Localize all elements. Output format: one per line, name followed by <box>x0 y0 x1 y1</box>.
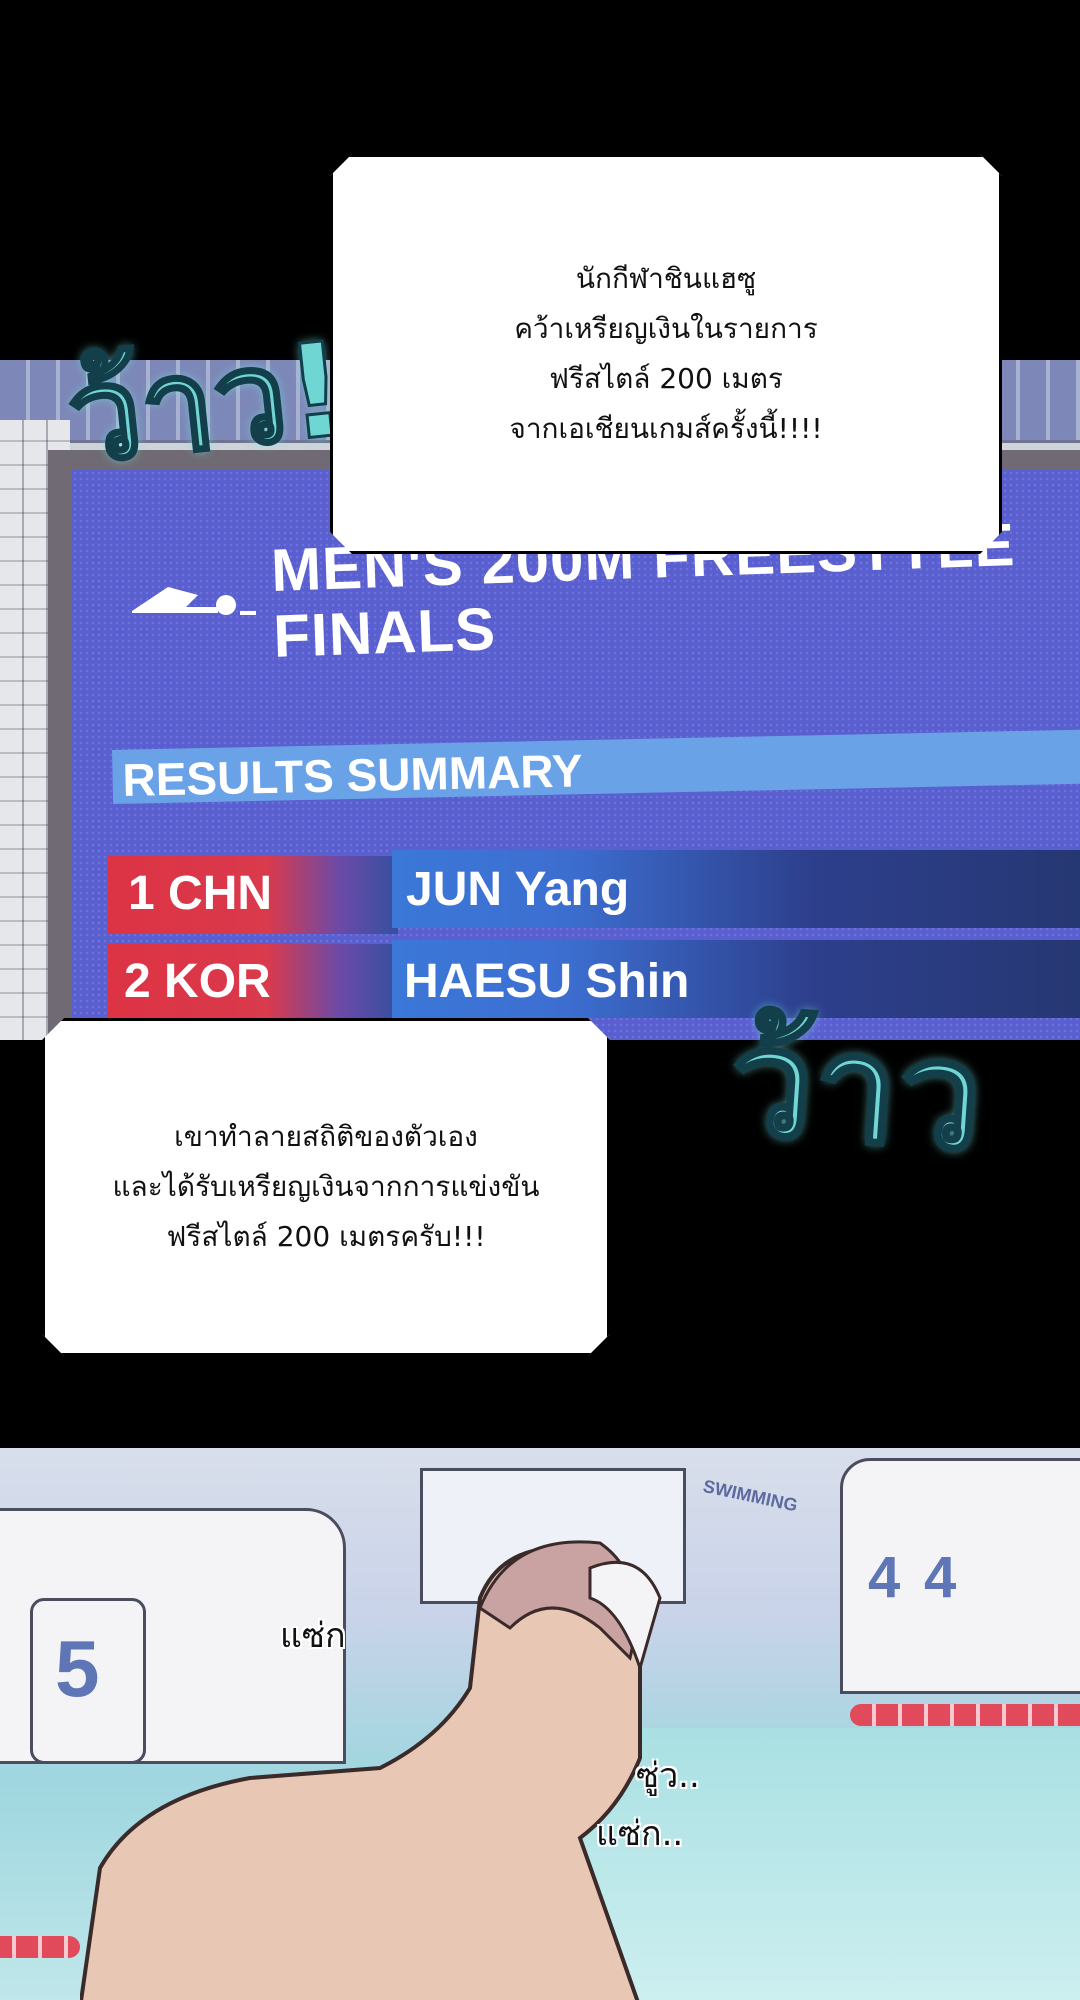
sfx-cheer-bottom: ว้าว <box>723 993 990 1187</box>
swimmer-figure <box>80 1540 662 2000</box>
result-row-2-rank-text: 2 KOR <box>124 955 271 1008</box>
pool-sign: SWIMMING <box>701 1475 800 1516</box>
bubble-bottom-line-1: เขาทำลายสถิติของตัวเอง <box>174 1120 478 1153</box>
bubble-top-line-4: จากเอเชียนเกมส์ครั้งนี้!!!! <box>509 412 823 445</box>
sfx-splash-1: แซ่ก <box>280 1616 346 1656</box>
bubble-top-line-3: ฟรีสไตล์ 200 เมตร <box>549 362 783 395</box>
lane-number-right-a: 4 <box>868 1545 901 1610</box>
lane-rope-left <box>0 1936 80 1958</box>
results-label: RESULTS SUMMARY <box>122 744 584 806</box>
bubble-top-line-2: คว้าเหรียญเงินในรายการ <box>514 312 818 345</box>
speech-bubble-bottom: เขาทำลายสถิติของตัวเอง และได้รับเหรียญเง… <box>42 1018 610 1356</box>
result-row-1-name-text: JUN Yang <box>406 863 630 916</box>
speech-bubble-top: นักกีฬาชินแฮซู คว้าเหรียญเงินในรายการ ฟร… <box>330 154 1002 554</box>
sfx-splash-2: ซู่ว.. <box>636 1756 700 1796</box>
pool-panel: SWIMMING 5 4 4 แซ่ก ซู่ว.. แซ่ก.. <box>0 1448 1080 2000</box>
bubble-top-line-1: นักกีฬาชินแฮซู <box>575 262 757 295</box>
speech-bubble-bottom-body: เขาทำลายสถิติของตัวเอง และได้รับเหรียญเง… <box>48 1024 604 1350</box>
result-row-1-rank-text: 1 CHN <box>128 867 273 920</box>
sfx-splash-3: แซ่ก.. <box>596 1814 684 1854</box>
lane-number-right-b: 4 <box>924 1545 957 1610</box>
swimmer-icon <box>132 587 256 615</box>
result-row-2-name-text: HAESU Shin <box>404 955 690 1008</box>
bubble-bottom-line-3: ฟรีสไตล์ 200 เมตรครับ!!! <box>166 1220 486 1253</box>
speech-bubble-top-body: นักกีฬาชินแฮซู คว้าเหรียญเงินในรายการ ฟร… <box>336 160 996 548</box>
bubble-bottom-line-2: และได้รับเหรียญเงินจากการแข่งขัน <box>112 1170 540 1203</box>
lane-rope-right <box>850 1704 1080 1726</box>
sfx-cheer-top: ว้าว! <box>59 311 355 494</box>
